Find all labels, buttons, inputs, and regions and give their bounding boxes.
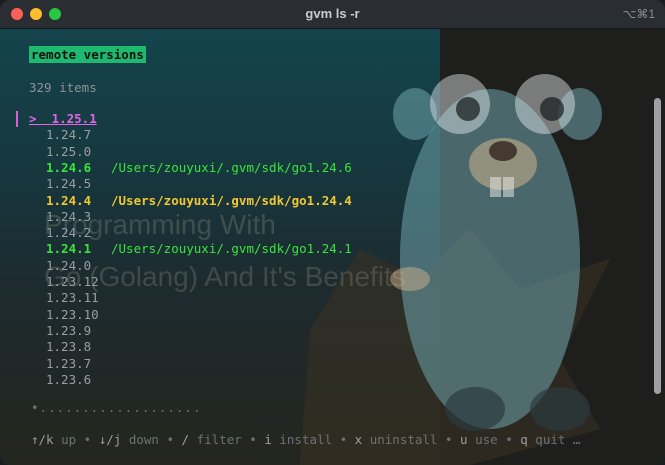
help-key: u (460, 432, 468, 447)
help-desc: down (121, 432, 159, 447)
version-label: 1.23.9 (46, 323, 92, 338)
help-separator: • (497, 432, 521, 447)
version-label: 1.24.4 (46, 193, 92, 208)
version-label: 1.24.5 (46, 176, 92, 191)
terminal-window: Programming With Go (Golang) And It's Be… (0, 0, 665, 465)
version-label: 1.23.8 (46, 339, 92, 354)
help-separator: • (437, 432, 461, 447)
selection-indicator (16, 111, 18, 127)
version-row[interactable]: 1.23.6 (46, 372, 91, 388)
help-bar: ↑/k up • ↓/j down • / filter • i install… (31, 432, 580, 448)
version-row[interactable]: 1.24.3 (46, 209, 91, 225)
version-label: 1.23.10 (46, 307, 99, 322)
help-desc: quit (527, 432, 566, 447)
version-label: 1.23.6 (46, 372, 92, 387)
help-desc: use (467, 432, 498, 447)
version-label: 1.24.2 (46, 225, 92, 240)
version-row[interactable]: 1.24.6/Users/zouyuxi/.gvm/sdk/go1.24.6 (46, 160, 352, 176)
version-row[interactable]: 1.23.11 (46, 290, 99, 306)
help-key: / (181, 432, 190, 447)
version-row[interactable]: 1.24.5 (46, 176, 91, 192)
version-row[interactable]: 1.24.0 (46, 258, 91, 274)
help-separator: • (158, 432, 182, 447)
help-separator: • (76, 432, 99, 447)
install-path: /Users/zouyuxi/.gvm/sdk/go1.24.4 (111, 193, 352, 208)
version-row[interactable]: 1.23.9 (46, 323, 91, 339)
help-separator: • (332, 432, 355, 447)
version-row[interactable]: 1.24.4/Users/zouyuxi/.gvm/sdk/go1.24.4 (46, 193, 352, 209)
version-row[interactable]: > 1.25.1 (29, 111, 97, 127)
install-path: /Users/zouyuxi/.gvm/sdk/go1.24.1 (111, 241, 352, 256)
help-key: ↑/k (31, 432, 54, 447)
version-row[interactable]: 1.24.2 (46, 225, 91, 241)
version-label: 1.25.0 (46, 144, 92, 159)
version-label: 1.23.12 (46, 274, 99, 289)
help-key: q (520, 432, 528, 447)
help-more: … (565, 432, 581, 447)
help-key: ↓/j (98, 432, 122, 447)
version-row[interactable]: 1.25.0 (46, 144, 91, 160)
version-row[interactable]: 1.23.12 (46, 274, 99, 290)
pagination-dots: •................... (31, 400, 202, 415)
help-key: i (264, 432, 272, 447)
help-desc: up (53, 432, 77, 447)
help-separator: • (241, 432, 265, 447)
version-label: 1.24.7 (46, 127, 92, 142)
version-row[interactable]: 1.23.8 (46, 339, 91, 355)
version-row[interactable]: 1.24.1/Users/zouyuxi/.gvm/sdk/go1.24.1 (46, 241, 352, 257)
terminal-content: remote versions 329 items > 1.25.1 1.24.7… (0, 0, 665, 465)
version-label: 1.23.11 (46, 290, 99, 305)
version-row[interactable]: 1.23.7 (46, 356, 91, 372)
version-label: 1.24.0 (46, 258, 92, 273)
item-count: 329 items (29, 80, 97, 95)
help-desc: filter (189, 432, 242, 447)
help-desc: uninstall (362, 432, 438, 447)
version-label: 1.23.7 (46, 356, 92, 371)
list-title-badge: remote versions (29, 46, 146, 63)
version-row[interactable]: 1.24.7 (46, 127, 91, 143)
help-desc: install (271, 432, 333, 447)
version-label: 1.24.6 (46, 160, 92, 175)
version-label: > 1.25.1 (29, 111, 97, 126)
version-row[interactable]: 1.23.10 (46, 307, 99, 323)
version-label: 1.24.3 (46, 209, 92, 224)
install-path: /Users/zouyuxi/.gvm/sdk/go1.24.6 (111, 160, 352, 175)
version-label: 1.24.1 (46, 241, 92, 256)
